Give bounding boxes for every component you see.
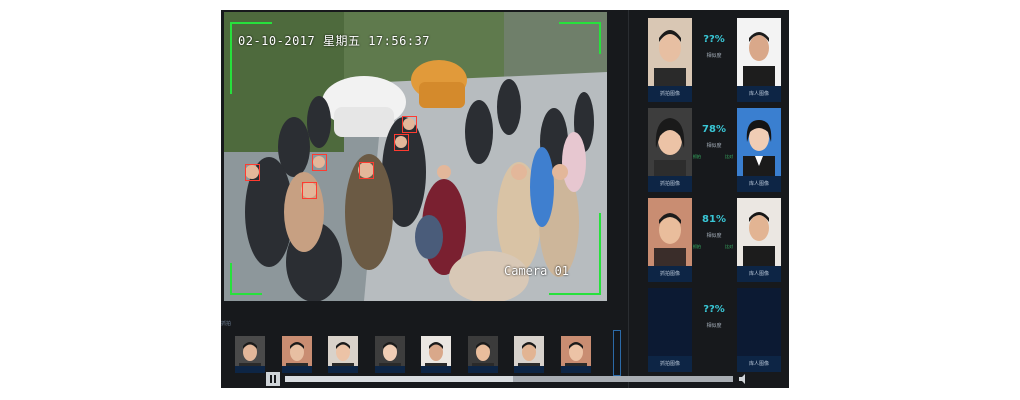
playback-progress-fill [285,376,514,382]
thumbnail-caption: 库人图像 [737,266,781,282]
thumbnail-caption: 库人图像 [737,176,781,192]
thumbnail-caption: 抓拍图像 [648,266,692,282]
match-tag-left: 抓拍 [693,154,701,159]
thumbnail-caption: 库人图像 [737,356,781,372]
face-photo [648,18,692,86]
filmstrip-label: 抓拍 [221,321,232,327]
detection-corner-bottom-left [230,263,262,295]
face-photo [737,18,781,86]
similarity-label: 相似度 [706,233,722,239]
match-row[interactable]: 抓拍图像 ??% 相似度 库人图像 [646,18,784,102]
panel-divider [628,10,629,388]
match-tag-right: 比对 [725,154,733,159]
filmstrip-scrollbar[interactable] [613,330,621,376]
filmstrip-thumbnail[interactable] [421,336,451,373]
thumbnail-caption: 抓拍图像 [648,356,692,372]
playback-controls [261,372,751,386]
video-timestamp: 02-10-2017 星期五 17:56:37 [238,34,430,48]
match-tag-left: 抓拍 [693,244,701,249]
database-face-thumbnail[interactable]: 库人图像 [737,18,781,102]
detection-corner-top-right [559,22,601,54]
captured-face-thumbnail[interactable]: 抓拍图像 [648,288,692,372]
face-detection-box [402,116,417,133]
captured-face-thumbnail[interactable]: 抓拍图像 [648,198,692,282]
live-video-feed[interactable]: 02-10-2017 星期五 17:56:37 Camera 01 [224,12,607,301]
database-face-thumbnail[interactable]: 库人图像 [737,288,781,372]
face-detection-box [312,154,327,171]
detection-corner-bottom-right [549,213,601,295]
captured-face-thumbnail[interactable]: 抓拍图像 [648,108,692,192]
face-photo [737,108,781,176]
captured-face-thumbnail[interactable]: 抓拍图像 [648,18,692,102]
face-detection-box [394,134,409,151]
face-detection-box [359,162,374,179]
database-face-thumbnail[interactable]: 库人图像 [737,108,781,192]
face-photo [737,198,781,266]
face-photo [648,108,692,176]
similarity-score: ??% [703,34,725,45]
face-detection-box [245,164,260,181]
match-row[interactable]: 抓拍图像 抓拍 78% 相似度 比对 库人图像 [646,108,784,192]
face-photo [648,198,692,266]
filmstrip-thumbnail[interactable] [328,336,358,373]
match-tag-right: 比对 [725,244,733,249]
thumbnail-caption: 库人图像 [737,86,781,102]
database-face-thumbnail[interactable]: 库人图像 [737,198,781,282]
similarity-label: 相似度 [706,323,722,329]
pause-button[interactable] [266,372,280,386]
filmstrip-thumbnail[interactable] [235,336,265,373]
filmstrip-thumbnail[interactable] [514,336,544,373]
face-detection-box [302,182,317,199]
match-row[interactable]: 抓拍图像 ??% 相似度 库人图像 [646,288,784,372]
filmstrip-thumbnail[interactable] [374,336,405,373]
pause-icon [270,375,272,383]
pause-icon [274,375,276,383]
filmstrip-thumbnail[interactable] [560,336,591,373]
similarity-label: 相似度 [706,53,722,59]
thumbnail-caption: 抓拍图像 [648,176,692,192]
similarity-label: 相似度 [706,143,722,149]
camera-label: Camera 01 [504,264,570,278]
filmstrip-thumbnail[interactable] [281,336,312,373]
similarity-score: 78% [702,124,726,135]
playback-progress-bar[interactable] [285,376,733,382]
match-row[interactable]: 抓拍图像 抓拍 81% 相似度 比对 库人图像 [646,198,784,282]
thumbnail-caption: 抓拍图像 [648,86,692,102]
similarity-score: ??% [703,304,725,315]
filmstrip-thumbnail[interactable] [467,336,498,373]
face-recognition-app: 02-10-2017 星期五 17:56:37 Camera 01 抓拍图像 ?… [221,10,789,388]
similarity-score: 81% [702,214,726,225]
volume-icon[interactable] [739,374,749,384]
